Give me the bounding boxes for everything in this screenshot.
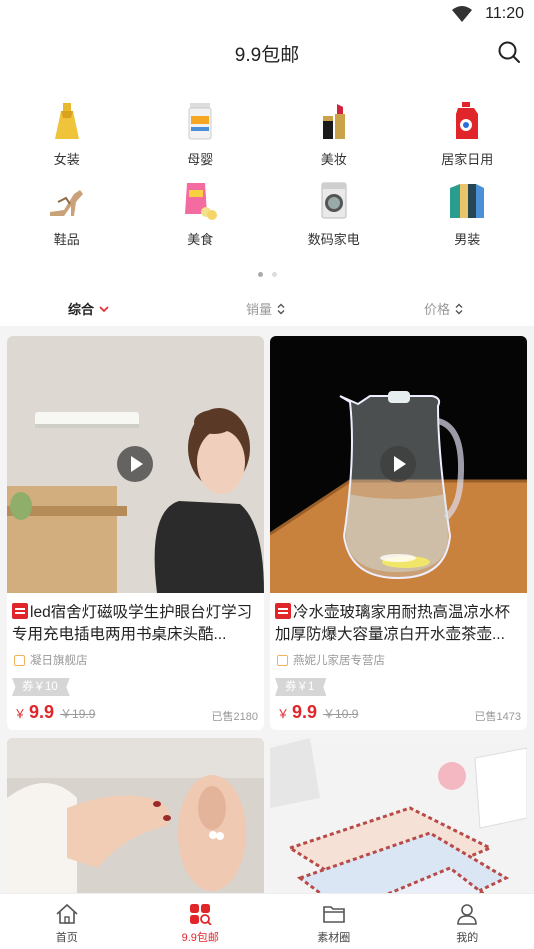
shop-row: 燕妮儿家居专营店 (277, 652, 385, 668)
product-card[interactable]: 冷水壶玻璃家用耐热高温凉水杯加厚防爆大容量凉白开水壶茶壶... 燕妮儿家居专营店… (270, 336, 527, 730)
grid-search-icon (190, 904, 212, 925)
milk-powder-icon (188, 103, 212, 140)
tab-label: 首页 (55, 932, 78, 944)
page-header: 9.9包邮 (0, 28, 534, 74)
play-video-icon[interactable] (380, 446, 416, 482)
tmall-badge-icon (12, 603, 28, 619)
home-icon (56, 903, 78, 924)
product-title: led宿舍灯磁吸学生护眼台灯学习专用充电插电两用书桌床头酷... (12, 602, 259, 646)
category-digital-appliances[interactable]: 数码家电 (267, 180, 401, 260)
currency-symbol: ￥ (14, 707, 27, 721)
currency-symbol: ￥ (277, 707, 290, 721)
price-row: ￥ 9.9 ￥10.9 (277, 702, 358, 723)
category-mens-clothing[interactable]: 男装 (401, 180, 534, 260)
sort-label: 综合 (68, 302, 95, 317)
category-label: 居家日用 (441, 152, 494, 167)
tab-label: 素材圈 (317, 932, 351, 944)
price: 9.9 (292, 702, 318, 722)
tab-label: 我的 (456, 932, 479, 944)
search-icon[interactable] (497, 40, 521, 64)
category-label: 鞋品 (53, 232, 80, 247)
tab-mine[interactable]: 我的 (401, 894, 534, 949)
category-label: 美食 (187, 232, 214, 247)
lipstick-icon (322, 104, 345, 139)
detergent-icon (456, 102, 479, 139)
status-bar: 11:20 (0, 0, 534, 28)
price: 9.9 (29, 702, 55, 722)
product-title-text: 冷水壶玻璃家用耐热高温凉水杯加厚防爆大容量凉白开水壶茶壶... (275, 604, 511, 643)
carousel-dot-active (257, 272, 263, 277)
price-row: ￥ 9.9 ￥19.9 (14, 702, 95, 723)
sort-arrows-icon (277, 303, 285, 314)
bottom-tab-bar: 首页 9.9包邮 素材圈 我的 (0, 893, 534, 949)
sort-sales[interactable]: 销量 (246, 299, 285, 318)
shop-icon (14, 654, 25, 666)
tab-9-9-free-shipping[interactable]: 9.9包邮 (134, 894, 268, 949)
shop-row: 凝日旗舰店 (14, 652, 88, 668)
sort-arrows-icon (455, 303, 463, 314)
category-beauty[interactable]: 美妆 (267, 100, 401, 180)
sort-label: 销量 (246, 302, 273, 317)
product-image[interactable] (270, 738, 527, 898)
category-home-daily[interactable]: 居家日用 (401, 100, 534, 180)
product-image[interactable] (7, 738, 264, 898)
sort-bar: 综合 销量 价格 (0, 290, 534, 326)
sort-comprehensive[interactable]: 综合 (68, 299, 109, 318)
washing-machine-icon (321, 182, 347, 219)
folder-icon (322, 906, 345, 923)
wifi-icon (452, 6, 472, 22)
sold-count: 已售1473 (474, 711, 521, 723)
category-label: 男装 (454, 232, 481, 247)
coupon-badge: 券￥1 (275, 678, 327, 696)
tab-material-circle[interactable]: 素材圈 (267, 894, 401, 949)
category-food[interactable]: 美食 (134, 180, 268, 260)
category-label: 母婴 (187, 152, 214, 167)
shop-name: 凝日旗舰店 (30, 655, 88, 667)
category-panel: 女装 母婴 美妆 居家日用 鞋品 美食 数码家电 男装 (0, 74, 534, 290)
category-label: 美妆 (320, 152, 347, 167)
carousel-dot (271, 272, 277, 277)
product-title-text: led宿舍灯磁吸学生护眼台灯学习专用充电插电两用书桌床头酷... (12, 604, 253, 643)
status-time: 11:20 (485, 5, 524, 22)
product-card[interactable] (270, 738, 527, 898)
product-card[interactable]: led宿舍灯磁吸学生护眼台灯学习专用充电插电两用书桌床头酷... 凝日旗舰店 券… (7, 336, 264, 730)
category-label: 女装 (53, 152, 80, 167)
snack-icon (185, 183, 218, 220)
sold-count: 已售2180 (211, 711, 258, 723)
user-icon (457, 904, 478, 925)
original-price: ￥19.9 (60, 707, 96, 721)
shop-icon (277, 654, 288, 666)
sort-price[interactable]: 价格 (424, 299, 463, 318)
category-label: 数码家电 (307, 232, 360, 247)
heel-shoe-icon (49, 190, 83, 216)
shirts-icon (450, 184, 485, 218)
play-video-icon[interactable] (117, 446, 153, 482)
category-shoes[interactable]: 鞋品 (0, 180, 134, 260)
product-title: 冷水壶玻璃家用耐热高温凉水杯加厚防爆大容量凉白开水壶茶壶... (275, 602, 522, 646)
category-mother-baby[interactable]: 母婴 (134, 100, 268, 180)
category-womens-clothing[interactable]: 女装 (0, 100, 134, 180)
product-card[interactable] (7, 738, 264, 898)
sort-label: 价格 (424, 302, 451, 317)
page-title: 9.9包邮 (234, 45, 300, 66)
shop-name: 燕妮儿家居专营店 (293, 655, 385, 667)
coupon-badge: 券￥10 (12, 678, 70, 696)
original-price: ￥10.9 (323, 707, 359, 721)
dress-icon (54, 103, 79, 139)
chevron-down-icon (99, 305, 109, 312)
tab-label: 9.9包邮 (181, 932, 219, 944)
tab-home[interactable]: 首页 (0, 894, 134, 949)
carousel-indicator (0, 272, 534, 277)
tmall-badge-icon (275, 603, 291, 619)
